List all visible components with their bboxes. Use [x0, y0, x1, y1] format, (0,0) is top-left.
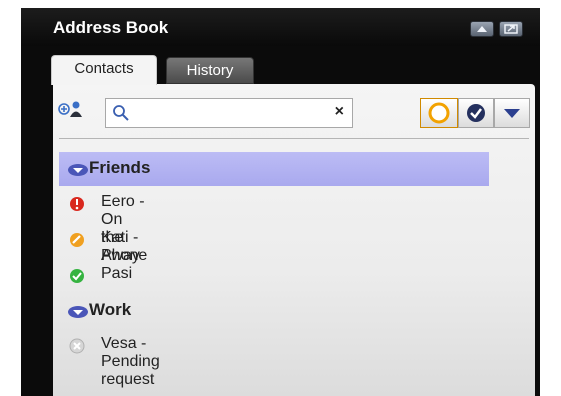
add-contact-icon	[58, 101, 82, 117]
busy-status-icon	[70, 197, 84, 211]
group-label: Work	[89, 300, 132, 319]
away-status-icon	[70, 233, 84, 247]
group-collapse-icon	[68, 164, 88, 176]
contact-name: Pasi	[101, 265, 133, 282]
checkmark-icon	[467, 104, 485, 122]
options-dropdown-button[interactable]	[494, 98, 530, 128]
search-input[interactable]	[136, 103, 320, 125]
search-icon	[113, 105, 129, 121]
presence-ring-icon	[428, 102, 450, 124]
group-friends[interactable]: Friends	[59, 152, 489, 186]
search-field[interactable]: ×	[105, 98, 353, 128]
minimize-button[interactable]	[470, 21, 494, 37]
window-title: Address Book	[53, 18, 169, 37]
tab-contacts[interactable]: Contacts	[51, 55, 157, 85]
detach-icon	[504, 24, 518, 34]
available-status-icon	[70, 269, 84, 283]
group-label: Friends	[89, 158, 151, 177]
group-work[interactable]: Work	[59, 294, 489, 328]
clear-search-button[interactable]: ×	[335, 103, 344, 121]
pending-status-icon	[69, 338, 85, 354]
minimize-icon	[477, 26, 487, 32]
presence-filter-button[interactable]	[420, 98, 458, 128]
address-book-window: Address Book Contacts History × Friends …	[21, 8, 540, 396]
detach-button[interactable]	[499, 21, 523, 37]
chevron-down-icon	[504, 109, 520, 118]
group-collapse-icon	[68, 306, 88, 318]
status-check-button[interactable]	[458, 98, 494, 128]
title-bar: Address Book	[21, 8, 540, 46]
contact-name: Vesa - Pending request	[101, 335, 160, 388]
add-contact-button[interactable]	[58, 99, 84, 121]
tab-history[interactable]: History	[166, 57, 254, 84]
contacts-panel: × Friends Eero - On the Phone Kati - Awa…	[53, 84, 535, 396]
contact-name: Kati - Away	[101, 229, 140, 264]
divider	[59, 138, 529, 139]
